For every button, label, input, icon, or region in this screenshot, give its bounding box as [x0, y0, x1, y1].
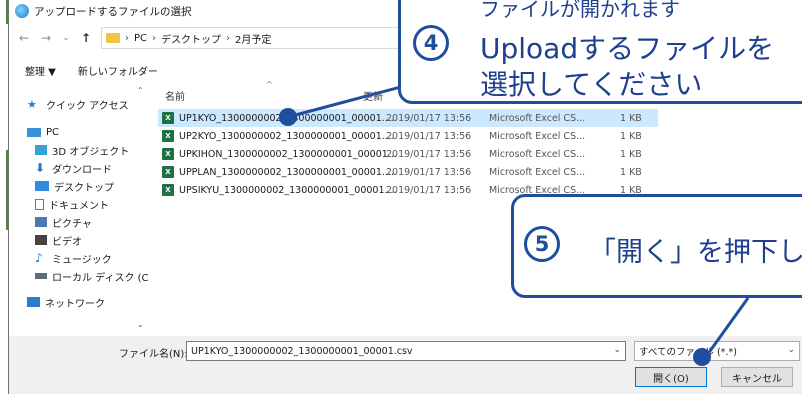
- step4-callout: ファイルが開かれます Uploadするファイルを 選択してください: [398, 0, 802, 104]
- step4-pointer-line: [287, 82, 413, 119]
- step5-number-badge: 5: [524, 226, 560, 262]
- step5-target-dot: [693, 348, 711, 366]
- step4-target-dot: [279, 108, 297, 126]
- step4-number-badge: 4: [413, 25, 449, 61]
- step5-text: 「開く」を押下し: [589, 237, 802, 268]
- step5-pointer-line: [703, 297, 750, 359]
- step4-line2: Uploadするファイルを: [480, 32, 775, 65]
- step4-line3: 選択してください: [480, 68, 703, 101]
- step4-line1: ファイルが開かれます: [480, 0, 680, 21]
